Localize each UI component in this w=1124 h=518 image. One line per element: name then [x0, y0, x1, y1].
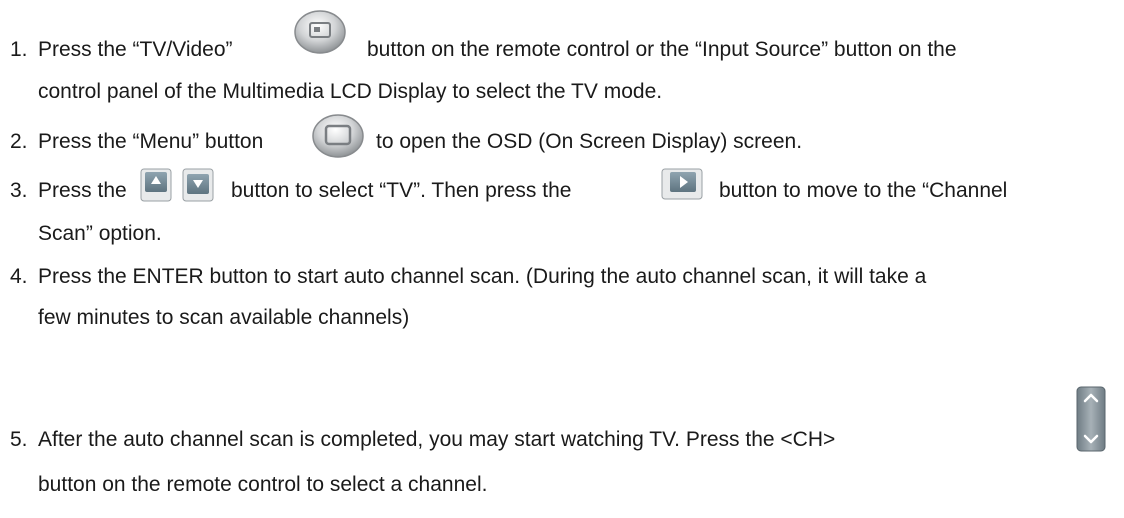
step-1-text-start: Press the “TV/Video”	[38, 38, 233, 61]
menu-button-icon	[312, 114, 364, 158]
step-3-text-line-2: Scan” option.	[38, 222, 162, 245]
tv-video-button-icon	[294, 10, 346, 54]
channel-up-down-button-icon	[1076, 386, 1106, 452]
step-3-text-end: button to move to the “Channel	[719, 179, 1008, 202]
step-1-text-end: button on the remote control or the “Inp…	[367, 38, 957, 61]
step-number: 4.	[10, 265, 28, 288]
up-arrow-button-icon	[140, 168, 172, 202]
step-number: 2.	[10, 130, 28, 153]
step-2-text-start: Press the “Menu” button	[38, 130, 264, 153]
step-4-text-line-1: Press the ENTER button to start auto cha…	[38, 265, 927, 288]
step-number: 1.	[10, 38, 28, 61]
step-1-text-line-2: control panel of the Multimedia LCD Disp…	[38, 80, 663, 103]
step-number: 3.	[10, 179, 28, 202]
step-5-text-line-2: button on the remote control to select a…	[38, 473, 488, 496]
step-number: 5.	[10, 428, 28, 451]
step-3-text-start: Press the	[38, 179, 127, 202]
right-arrow-button-icon	[661, 168, 703, 200]
step-3-text-middle: button to select “TV”. Then press the	[231, 179, 572, 202]
step-2-text-end: to open the OSD (On Screen Display) scre…	[376, 130, 803, 153]
step-4-text-line-2: few minutes to scan available channels)	[38, 306, 410, 329]
down-arrow-button-icon	[182, 168, 214, 202]
step-5-text-line-1: After the auto channel scan is completed…	[38, 428, 836, 451]
